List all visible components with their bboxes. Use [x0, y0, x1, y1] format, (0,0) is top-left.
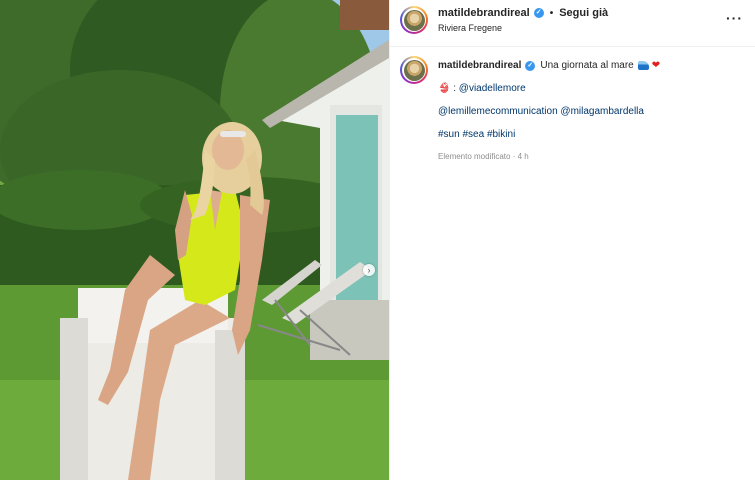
post-header: matildebrandireal ✓ • Segui già Riviera …	[390, 0, 755, 47]
caption-body: matildebrandireal ✓ Una giornata al mare…	[438, 60, 745, 161]
mentions-line: @lemillemecommunication @milagambardella	[438, 106, 745, 117]
verified-badge-icon: ✓	[533, 8, 544, 18]
hashtag-link[interactable]: #bikini	[487, 129, 515, 140]
hashtag-link[interactable]: #sun	[438, 129, 460, 140]
next-photo-button[interactable]: ›	[363, 264, 375, 276]
caption-avatar[interactable]	[400, 56, 428, 84]
header-username[interactable]: matildebrandireal	[438, 7, 530, 19]
credit-prefix: :	[453, 83, 457, 94]
caption-username[interactable]: matildebrandireal	[438, 60, 521, 71]
post-time[interactable]: 4 h	[518, 152, 529, 161]
mention-viadellemore[interactable]: @viadellemore	[459, 83, 526, 94]
bikini-icon: 👙	[438, 83, 451, 94]
post-photo[interactable]: ›	[0, 0, 389, 480]
hashtag-link[interactable]: #sea	[462, 129, 484, 140]
red-heart-icon: ❤	[651, 60, 661, 71]
chevron-right-icon: ›	[367, 264, 371, 275]
follow-button[interactable]: Segui già	[559, 7, 608, 19]
location-link[interactable]: Riviera Fregene	[438, 23, 502, 33]
profile-picture	[403, 59, 425, 81]
post-photo-image	[0, 0, 389, 480]
avatar[interactable]	[400, 6, 428, 34]
wave-icon	[637, 61, 649, 70]
mention-link[interactable]: @milagambardella	[560, 106, 644, 117]
caption-first-line: matildebrandireal ✓ Una giornata al mare…	[438, 60, 745, 71]
caption-text: Una giornata al mare	[540, 60, 634, 71]
meta-separator: ·	[512, 152, 516, 161]
instagram-post: › matildebrandireal ✓ • Segui già Rivier…	[0, 0, 755, 480]
mention-link[interactable]: @lemillemecommunication	[438, 106, 558, 117]
edited-label: Elemento modificato	[438, 152, 511, 161]
hashtags-line: #sun #sea #bikini	[438, 129, 745, 140]
header-user-row: matildebrandireal ✓ • Segui già	[438, 7, 608, 19]
more-options-icon[interactable]: ···	[726, 11, 743, 25]
edited-meta: Elemento modificato · 4 h	[438, 152, 745, 161]
verified-badge-icon: ✓	[525, 60, 536, 71]
separator-dot: •	[549, 7, 554, 19]
post-side-panel: matildebrandireal ✓ • Segui già Riviera …	[389, 0, 755, 480]
profile-picture	[403, 9, 425, 31]
credit-line: 👙 : @viadellemore	[438, 83, 745, 94]
